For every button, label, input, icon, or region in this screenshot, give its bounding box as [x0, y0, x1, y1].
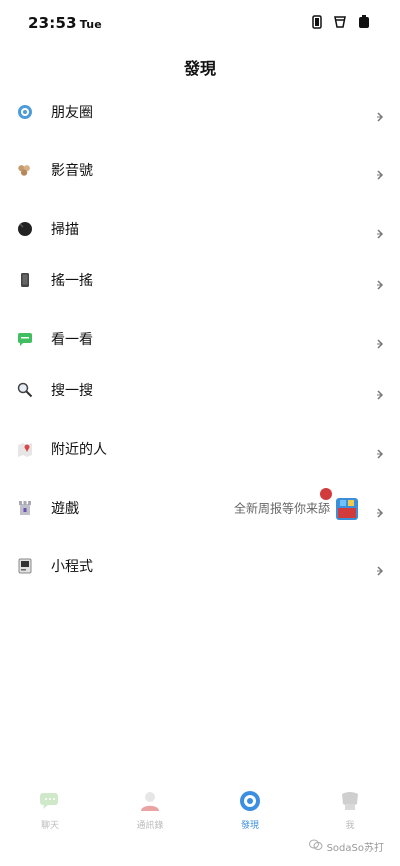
menu-label-mini-programs: 小程式 — [51, 559, 93, 575]
menu-item-shake[interactable]: 搖一搖 — [0, 255, 400, 305]
chevron-right-icon — [376, 503, 384, 518]
menu-item-mini-programs[interactable]: 小程式 — [0, 541, 400, 591]
bottom-tabbar: 聊天 通訊錄 發現 我 — [0, 786, 400, 866]
menu-item-moments[interactable]: 朋友圈 — [0, 87, 400, 137]
chevron-right-icon — [376, 444, 384, 459]
menu-item-scan[interactable]: 掃描 — [0, 204, 400, 254]
mini-programs-icon — [17, 558, 33, 574]
status-bar: 23:53 Tue — [0, 0, 400, 44]
tab-discover[interactable]: 發現 — [210, 790, 290, 831]
tab-me[interactable]: 我 — [310, 790, 390, 831]
menu-label-scan: 掃描 — [51, 222, 79, 238]
menu-item-top-stories[interactable]: 看一看 — [0, 314, 400, 364]
chevron-right-icon — [376, 107, 384, 122]
scan-icon — [17, 221, 33, 237]
search-icon — [17, 382, 33, 398]
menu-label-search: 搜一搜 — [51, 383, 93, 399]
menu-label-channels: 影音號 — [51, 163, 93, 179]
chevron-right-icon — [376, 334, 384, 349]
menu-item-people-nearby[interactable]: 附近的人 — [0, 424, 400, 474]
menu-item-games[interactable]: 遊戲 全新周报等你来舔 — [0, 483, 400, 533]
top-stories-icon — [17, 331, 33, 347]
contacts-icon — [139, 790, 161, 812]
menu-label-top-stories: 看一看 — [51, 332, 93, 348]
tab-label-contacts: 通訊錄 — [136, 821, 164, 831]
chats-icon — [39, 790, 61, 812]
status-day: Tue — [79, 18, 102, 31]
chevron-right-icon — [376, 385, 384, 400]
menu-label-shake: 搖一搖 — [51, 273, 93, 289]
menu-label-moments: 朋友圈 — [51, 105, 93, 121]
wifi-icon — [334, 14, 346, 33]
discover-icon — [239, 790, 261, 812]
menu-label-games: 遊戲 — [51, 501, 79, 517]
watermark: SodaSo苏打 — [308, 839, 384, 854]
page-title: 發現 — [183, 59, 216, 78]
tab-label-chats: 聊天 — [40, 821, 59, 831]
me-icon — [339, 790, 361, 812]
menu-label-people-nearby: 附近的人 — [51, 442, 107, 458]
chevron-right-icon — [376, 224, 384, 239]
tab-contacts[interactable]: 通訊錄 — [110, 790, 190, 831]
channels-icon — [17, 162, 33, 178]
status-time: 23:53 Tue — [28, 14, 102, 32]
moments-icon — [17, 104, 33, 120]
chevron-right-icon — [376, 561, 384, 576]
tab-chats[interactable]: 聊天 — [10, 790, 90, 831]
games-promo-thumbnail — [320, 488, 362, 522]
games-promo-text: 全新周报等你来舔 — [233, 501, 330, 516]
status-time-value: 23:53 — [28, 14, 77, 32]
menu-item-channels[interactable]: 影音號 — [0, 145, 400, 195]
chevron-right-icon — [376, 165, 384, 180]
battery-icon — [358, 14, 370, 33]
wechat-logo-icon — [308, 839, 323, 854]
chevron-right-icon — [376, 275, 384, 290]
signal-icon — [312, 14, 322, 33]
tab-label-discover: 發現 — [240, 821, 259, 831]
shake-icon — [17, 272, 33, 288]
people-nearby-icon — [17, 441, 33, 457]
games-icon — [17, 500, 33, 516]
notification-badge — [320, 488, 332, 500]
status-icons — [312, 14, 370, 33]
watermark-text: SodaSo苏打 — [326, 843, 384, 854]
tab-label-me: 我 — [345, 821, 355, 831]
menu-item-search[interactable]: 搜一搜 — [0, 365, 400, 415]
